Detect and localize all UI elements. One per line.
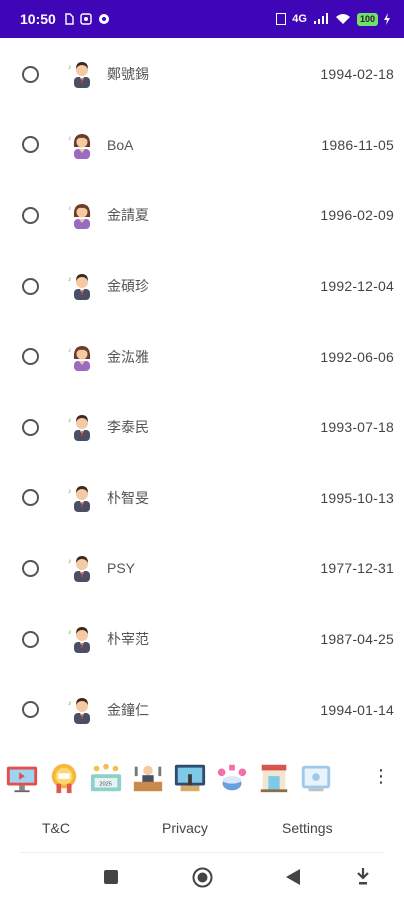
radio-button[interactable] (22, 489, 39, 507)
drum-kit-icon[interactable] (214, 760, 250, 796)
tablet-icon[interactable] (298, 760, 334, 796)
settings-link[interactable]: Settings (282, 820, 333, 836)
list-item[interactable]: ♪ BoA 1986-11-05 (0, 110, 404, 181)
footer-links: T&C Privacy Settings (0, 813, 404, 843)
list-item[interactable]: ♪ 金鐘仁 1994-01-14 (0, 674, 404, 745)
more-vert-icon[interactable]: ⋮ (372, 767, 390, 785)
gallery-icon (80, 13, 92, 25)
list-item[interactable]: ♪ 朴智旻 1995-10-13 (0, 463, 404, 534)
list-item[interactable]: ♪ 金汯雅 1992-06-06 (0, 321, 404, 392)
podcast-desk-icon[interactable] (130, 760, 166, 796)
status-right: 4G 100 (276, 12, 390, 26)
radio-button[interactable] (22, 348, 39, 366)
signal-icon (313, 13, 328, 24)
radio-button[interactable] (22, 206, 39, 224)
male-singer-icon: ♪ (68, 413, 92, 442)
svg-text:2025: 2025 (99, 782, 112, 788)
svg-text:♪: ♪ (68, 276, 72, 283)
artist-name: PSY (107, 560, 136, 577)
svg-text:♪: ♪ (68, 205, 72, 212)
birth-date: 1992-12-04 (320, 278, 394, 295)
radio-button[interactable] (22, 65, 39, 83)
artist-name: 金鐘仁 (107, 701, 149, 718)
birth-date: 1996-02-09 (320, 207, 394, 224)
monitor-icon[interactable] (4, 760, 40, 796)
radio-button[interactable] (22, 701, 39, 719)
birth-date: 1995-10-13 (320, 489, 394, 506)
charging-icon (384, 13, 390, 25)
male-singer-icon: ♪ (68, 554, 92, 583)
svg-text:♪: ♪ (68, 64, 72, 71)
female-singer-icon: ♪ (68, 201, 92, 230)
list-item[interactable]: ♪ 李泰民 1993-07-18 (0, 392, 404, 463)
artist-name: 金碩珍 (107, 278, 149, 295)
list-item[interactable]: ♪ PSY 1977-12-31 (0, 533, 404, 604)
radio-button[interactable] (22, 559, 39, 577)
battery-indicator: 100 (356, 12, 378, 26)
shop-front-icon[interactable] (256, 760, 292, 796)
svg-text:♪: ♪ (68, 135, 72, 142)
home-button[interactable] (192, 867, 213, 888)
radio-button[interactable] (22, 630, 39, 648)
award-medal-icon[interactable] (46, 760, 82, 796)
artist-name: 李泰民 (107, 419, 149, 436)
wifi-icon (335, 14, 350, 24)
sim-icon (64, 13, 74, 25)
hd-icon (276, 13, 287, 25)
artist-name: 金汯雅 (107, 348, 149, 365)
list-item[interactable]: ♪ 鄭號錫 1994-02-18 (0, 39, 404, 110)
male-singer-icon: ♪ (68, 625, 92, 654)
birth-date: 1987-04-25 (320, 631, 394, 648)
radio-button[interactable] (22, 136, 39, 154)
back-button[interactable] (285, 868, 301, 886)
svg-text:♪: ♪ (68, 417, 72, 424)
cinema-stage-icon[interactable]: 2025 (88, 760, 124, 796)
recents-button[interactable] (103, 869, 119, 885)
divider (20, 852, 384, 853)
status-time: 10:50 (20, 11, 56, 27)
artist-name: BoA (107, 136, 134, 153)
list-item[interactable]: ♪ 朴宰范 1987-04-25 (0, 604, 404, 675)
svg-text:♪: ♪ (68, 488, 72, 495)
radio-button[interactable] (22, 418, 39, 436)
status-bar: 10:50 4G 100 (0, 0, 404, 38)
artist-name: 金請夏 (107, 207, 149, 224)
artist-list: ♪ 鄭號錫 1994-02-18 ♪ BoA 1986-11-05 ♪ 金請夏 199… (0, 39, 404, 745)
birth-date: 1992-06-06 (320, 348, 394, 365)
tc-link[interactable]: T&C (42, 820, 70, 836)
radio-button[interactable] (22, 277, 39, 295)
app-icons-bar: 2025 ⋮ (0, 757, 404, 799)
record-icon (98, 13, 110, 25)
list-item[interactable]: ♪ 金碩珍 1992-12-04 (0, 251, 404, 322)
birth-date: 1994-02-18 (320, 66, 394, 83)
artist-name: 鄭號錫 (107, 66, 149, 83)
birth-date: 1993-07-18 (320, 419, 394, 436)
birth-date: 1977-12-31 (320, 560, 394, 577)
artist-name: 朴智旻 (107, 489, 149, 506)
male-singer-icon: ♪ (68, 60, 92, 89)
male-singer-icon: ♪ (68, 484, 92, 512)
birth-date: 1986-11-05 (321, 136, 394, 153)
svg-text:♪: ♪ (68, 629, 72, 636)
female-singer-icon: ♪ (68, 343, 92, 371)
female-singer-icon: ♪ (68, 131, 92, 159)
tv-studio-icon[interactable] (172, 760, 208, 796)
svg-text:♪: ♪ (68, 700, 72, 707)
male-singer-icon: ♪ (68, 696, 92, 724)
artist-name: 朴宰范 (107, 631, 149, 648)
privacy-link[interactable]: Privacy (162, 820, 208, 836)
network-label: 4G (292, 13, 307, 25)
hide-keyboard-button[interactable] (355, 868, 371, 886)
male-singer-icon: ♪ (68, 272, 92, 301)
svg-text:♪: ♪ (68, 558, 72, 565)
navigation-bar (0, 858, 404, 898)
birth-date: 1994-01-14 (320, 701, 394, 718)
list-item[interactable]: ♪ 金請夏 1996-02-09 (0, 180, 404, 251)
svg-text:♪: ♪ (68, 347, 72, 354)
